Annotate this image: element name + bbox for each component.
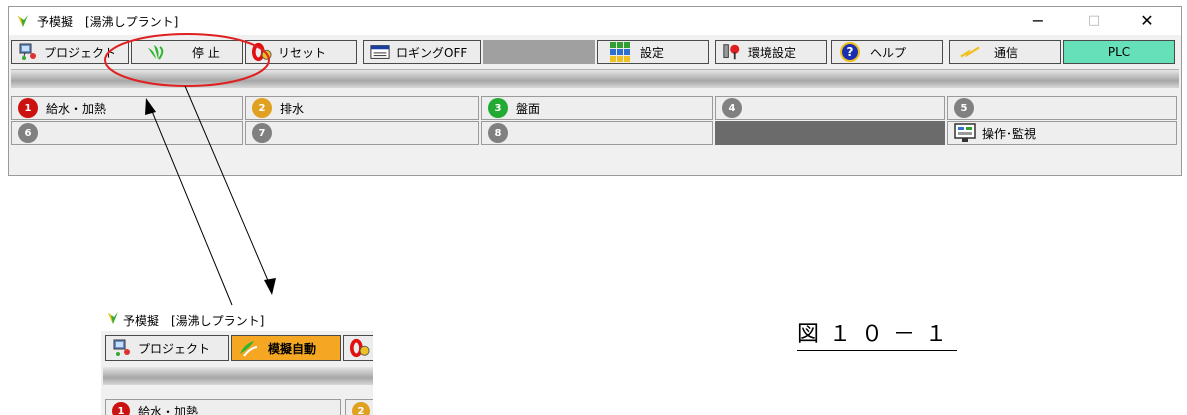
number-5-icon: 5 (954, 98, 974, 118)
project-icon (18, 42, 38, 62)
project-icon (112, 338, 132, 358)
panel-2-label: 排水 (280, 101, 305, 116)
number-3-icon: 3 (488, 98, 508, 118)
number-6-icon: 6 (18, 123, 38, 143)
reset-icon (350, 338, 370, 358)
title-bar: 予模擬 [湯沸しプラント] − □ ✕ (9, 7, 1181, 35)
stop-leaf-icon (146, 42, 166, 62)
inset-auto-sim-button[interactable]: 模擬自動 (231, 335, 341, 361)
number-7-icon: 7 (252, 123, 272, 143)
lightning-icon (960, 42, 980, 62)
inset-panel-1-button[interactable]: 1 給水・加熱 (105, 399, 341, 415)
number-2-icon: 2 (252, 98, 272, 118)
auto-leaf-icon (238, 338, 258, 358)
panel-7-button[interactable]: 7 (245, 121, 479, 145)
help-button[interactable]: ? ヘルプ (831, 40, 943, 64)
inset-separator (103, 367, 373, 385)
inset-window: 予模擬 [湯沸しプラント] プロジェクト 模擬自動 リセ 1 給水・加熱 2 排 (101, 305, 373, 415)
inset-title-bar: 予模擬 [湯沸しプラント] (101, 305, 373, 331)
env-settings-icon (722, 42, 742, 62)
panel-1-button[interactable]: 1 給水・加熱 (11, 96, 243, 120)
panel-2-button[interactable]: 2 排水 (245, 96, 479, 120)
inset-project-label: プロジェクト (138, 341, 211, 356)
inset-auto-sim-label: 模擬自動 (268, 341, 317, 356)
app-logo-icon (18, 15, 28, 27)
project-label: プロジェクト (44, 45, 117, 60)
plc-label: PLC (1107, 45, 1131, 59)
inset-project-button[interactable]: プロジェクト (105, 335, 229, 361)
logging-label: ロギングOFF (396, 45, 468, 60)
help-label: ヘルプ (870, 45, 907, 60)
communication-button[interactable]: 通信 (949, 40, 1061, 64)
number-8-icon: 8 (488, 123, 508, 143)
panel-5-button[interactable]: 5 (947, 96, 1177, 120)
arrow-down-head-icon (264, 278, 276, 295)
logging-icon (370, 42, 390, 62)
reset-icon (252, 42, 272, 62)
panel-4-button[interactable]: 4 (715, 96, 945, 120)
number-4-icon: 4 (722, 98, 742, 118)
minimize-button[interactable]: − (1015, 7, 1061, 35)
keypad-icon (610, 42, 630, 62)
figure-label: 図１０－１ (797, 316, 958, 351)
env-settings-button[interactable]: 環境設定 (715, 40, 827, 64)
maximize-button[interactable]: □ (1071, 7, 1117, 35)
stop-label: 停 止 (192, 45, 220, 60)
window-title: 予模擬 [湯沸しプラント] (37, 15, 179, 29)
panel-3-label: 盤面 (516, 101, 541, 116)
communication-label: 通信 (994, 45, 1019, 60)
number-2-icon: 2 (352, 402, 370, 415)
plc-status[interactable]: PLC (1063, 40, 1175, 64)
logging-button[interactable]: ロギングOFF (363, 40, 481, 64)
app-logo-icon (108, 312, 118, 324)
panel-1-label: 給水・加熱 (46, 101, 107, 116)
reset-label: リセット (278, 45, 327, 60)
reset-button[interactable]: リセット (245, 40, 357, 64)
close-button[interactable]: ✕ (1124, 7, 1170, 35)
number-1-icon: 1 (18, 98, 38, 118)
settings-label: 設定 (640, 45, 665, 60)
operation-monitor-label: 操作･監視 (982, 126, 1037, 141)
help-icon: ? (840, 42, 860, 62)
stop-button[interactable]: 停 止 (131, 40, 243, 64)
panel-empty-slot (715, 121, 945, 145)
env-settings-label: 環境設定 (748, 45, 797, 60)
svg-text:?: ? (847, 45, 854, 59)
panel-8-button[interactable]: 8 (481, 121, 713, 145)
inset-reset-button[interactable]: リセ (343, 335, 373, 361)
monitor-icon (954, 123, 976, 143)
toolbar-blank-slot (483, 40, 595, 64)
toolbar-separator (11, 69, 1179, 88)
inset-window-title: 予模擬 [湯沸しプラント] (123, 314, 265, 328)
inset-panel-2-button[interactable]: 2 排 (345, 399, 373, 415)
main-window: 予模擬 [湯沸しプラント] − □ ✕ プロジェクト 停 止 リセット ロギング… (8, 6, 1182, 176)
panel-3-button[interactable]: 3 盤面 (481, 96, 713, 120)
operation-monitor-button[interactable]: 操作･監視 (947, 121, 1177, 145)
number-1-icon: 1 (112, 402, 130, 415)
inset-panel-1-label: 給水・加熱 (138, 404, 199, 415)
panel-6-button[interactable]: 6 (11, 121, 243, 145)
settings-button[interactable]: 設定 (597, 40, 709, 64)
project-button[interactable]: プロジェクト (11, 40, 129, 64)
toolbar: プロジェクト 停 止 リセット ロギングOFF 設定 環境設定 ? ヘルプ 通信… (9, 37, 1181, 67)
